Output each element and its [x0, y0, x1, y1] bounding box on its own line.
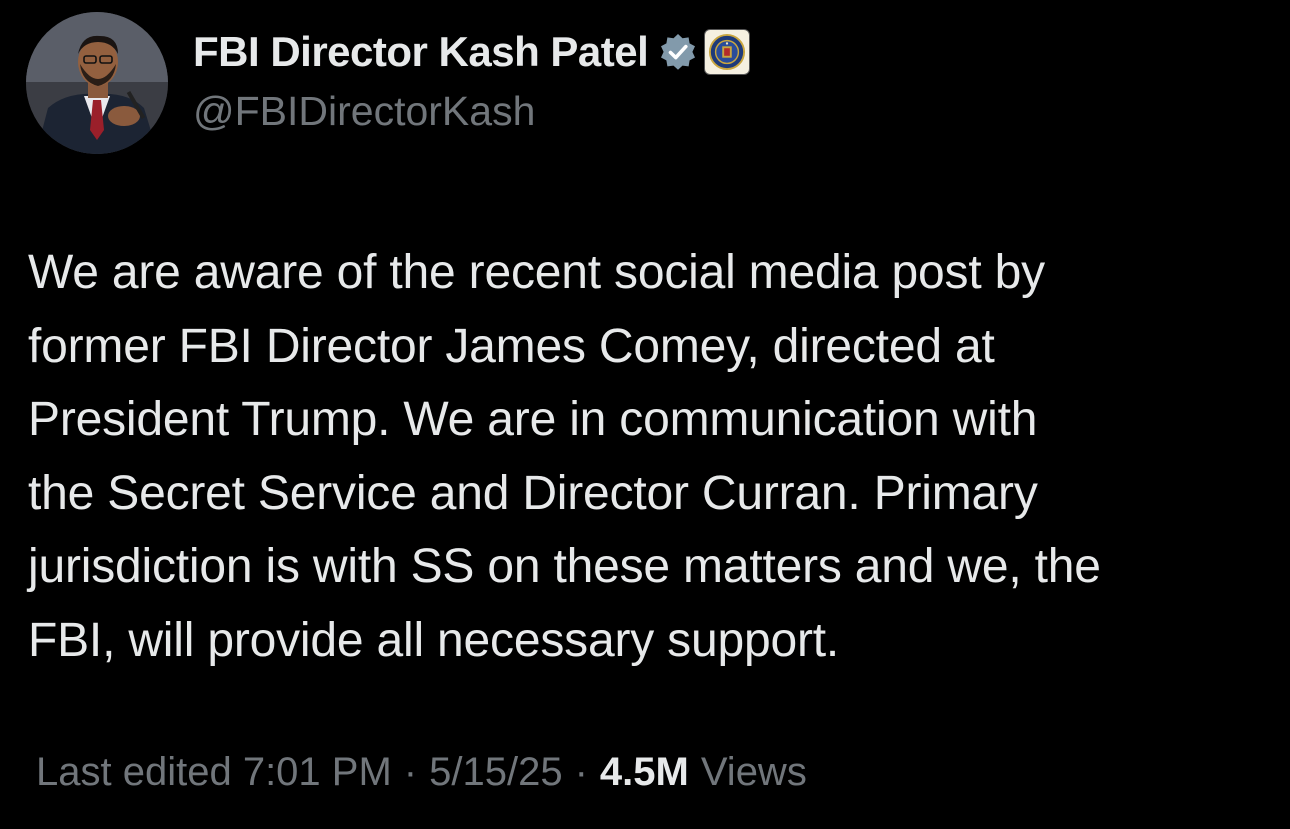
meta-separator: ·: [403, 750, 418, 794]
avatar-photo: [26, 12, 168, 154]
author-handle[interactable]: @FBIDirectorKash: [193, 88, 1093, 135]
views-count[interactable]: 4.5M: [600, 750, 689, 795]
post-date[interactable]: 5/15/25: [429, 750, 562, 795]
fbi-seal-icon[interactable]: [704, 29, 751, 75]
post-text: We are aware of the recent social media …: [28, 246, 1101, 667]
meta-separator: ·: [574, 750, 588, 794]
tweet-card: FBI Director Kash Patel @FBIDirectorKash…: [0, 0, 1290, 829]
verified-badge-icon[interactable]: [658, 32, 698, 72]
post-header: FBI Director Kash Patel @FBIDirectorKash: [193, 26, 1093, 135]
avatar[interactable]: [26, 12, 168, 154]
display-name[interactable]: FBI Director Kash Patel: [193, 28, 649, 76]
name-row: FBI Director Kash Patel: [193, 26, 1093, 78]
post-meta: Last edited 7:01 PM · 5/15/25 · 4.5M Vie…: [36, 750, 807, 795]
views-label[interactable]: Views: [701, 750, 807, 795]
edited-timestamp[interactable]: Last edited 7:01 PM: [36, 750, 392, 795]
